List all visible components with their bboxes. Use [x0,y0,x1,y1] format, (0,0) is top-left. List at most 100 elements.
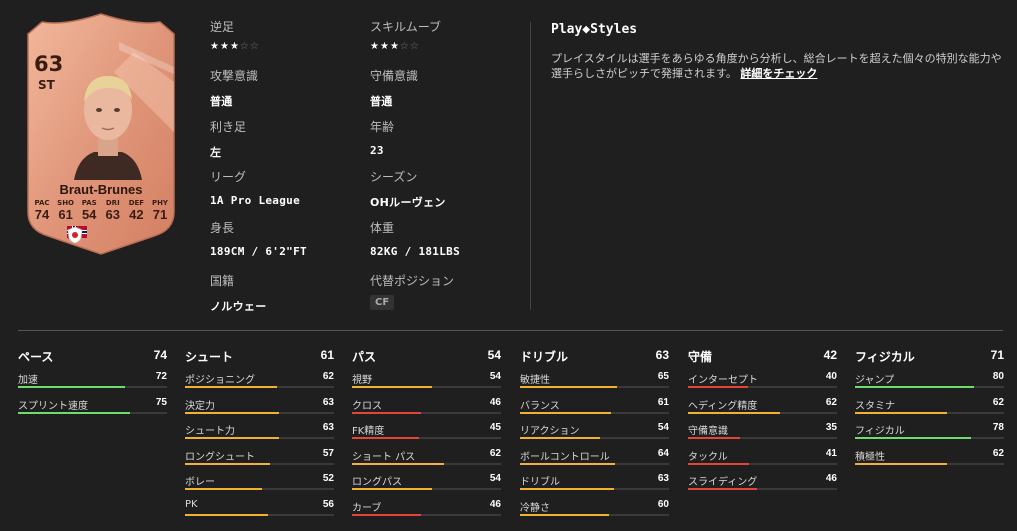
attribute-bar-fill [185,513,268,516]
attribute-bar-fill [520,411,611,414]
attribute-group: ペース 74 加速 72 スプリント速度 75 [18,348,167,422]
star-icon: ★ [370,41,380,52]
attribute-row: 積極性 62 [855,448,1004,474]
attribute-label: ロングパス [352,477,402,488]
attribute-bar-fill [520,513,609,516]
attribute-row: FK精度 45 [352,422,501,448]
stat-key: SHO [57,199,75,207]
attribute-label: 積極性 [855,451,885,463]
attribute-row: 冷静さ 60 [520,499,669,525]
attribute-bar-fill [185,437,279,439]
attribute-bar-fill [352,437,419,439]
attribute-bar-fill [352,411,421,414]
field-value: ノルウェー [210,300,267,313]
attribute-value: 54 [489,473,501,484]
attribute-bar-track [688,386,837,388]
attribute-group: フィジカル 71 ジャンプ 80 スタミナ 62 フィジカル 78 積極性 62 [855,348,1004,473]
attribute-group-header: シュート 61 [185,348,334,365]
alt-position-chip[interactable]: CF [370,295,395,310]
attribute-group: ドリブル 63 敏捷性 65 バランス 61 リアクション 54 ボールコントロール 64 ドリブル… [520,348,669,524]
attribute-label: カーブ [352,502,382,514]
attribute-row: PK 56 [185,499,334,525]
attribute-label: スプリント速度 [18,400,88,412]
attack-workrate-field: 攻撃意識 普通 [210,67,258,109]
attribute-group-value: 54 [487,348,501,362]
star-icon: ★ [219,41,230,52]
attribute-row: ドリブル 63 [520,473,669,499]
attribute-bar-fill [18,386,125,388]
attribute-bar-track [18,411,167,414]
attribute-bar-track [520,513,669,516]
attribute-group: パス 54 視野 54 クロス 46 FK精度 45 ショート パス 62 ロングパス 54 カーブ 46 [352,348,501,524]
attribute-value: 63 [322,396,334,408]
attribute-value: 62 [489,447,501,459]
field-value: 普通 [370,95,393,108]
attribute-bar-track [520,411,669,414]
stat-value: 54 [81,207,97,222]
attribute-value: 62 [992,447,1004,459]
attribute-bar-track [855,462,1004,465]
card-stats: PAC 74 SHO 61 PAS 54 DRI 63 DEF 42 PHY 71 [31,199,171,222]
attribute-label: バランス [520,400,560,412]
attribute-bar-track [688,462,837,465]
attribute-group-header: フィジカル 71 [855,348,1004,365]
attribute-bar-track [185,386,334,388]
attribute-label: FK精度 [352,426,385,437]
attribute-bar-track [352,437,501,439]
attribute-bar-track [688,411,837,414]
divider-horizontal [18,330,1003,331]
attribute-bar-fill [688,462,749,465]
attribute-bar-track [688,488,837,490]
attribute-bar-fill [18,411,130,414]
attribute-value: 35 [825,422,837,433]
field-value: 23 [370,144,384,157]
attribute-group-header: ペース 74 [18,348,167,365]
stat-key: PAS [81,199,97,207]
attribute-bar-track [352,513,501,516]
attribute-group-name: フィジカル [855,350,915,364]
attribute-value: 61 [657,396,669,408]
attribute-bar-track [520,488,669,490]
weak-foot-field: 逆足 ★★★☆☆ [210,18,260,52]
field-label: リーグ [210,170,247,184]
stat-value: 61 [58,207,73,222]
details-link[interactable]: 詳細をチェック [740,67,817,80]
league-field: リーグ 1A Pro League [210,168,300,207]
attribute-row: スプリント速度 75 [18,397,167,423]
attribute-row: ヘディング精度 62 [688,397,837,423]
attribute-value: 75 [155,396,167,408]
attribute-bar-fill [520,437,600,439]
field-value: 左 [210,146,222,159]
attribute-row: ロングパス 54 [352,473,501,499]
star-empty-icon: ☆ [399,41,410,52]
attribute-row: ボレー 52 [185,473,334,499]
field-value: 189CM / 6'2"FT [210,245,307,258]
card-stat: DEF 42 [125,199,147,222]
attribute-label: インターセプト [688,375,758,386]
attribute-bar-track [855,411,1004,414]
attribute-group-value: 61 [320,348,334,362]
attribute-group-name: シュート [185,350,234,364]
attribute-value: 60 [657,498,669,510]
attribute-group-header: 守備 42 [688,348,837,365]
attribute-value: 63 [657,473,669,484]
attribute-bar-fill [185,488,262,490]
field-label: 代替ポジション [370,274,455,288]
attribute-value: 40 [825,371,837,382]
attribute-label: ボレー [185,477,215,488]
attribute-label: スライディング [688,477,758,488]
attribute-bar-track [185,437,334,439]
attribute-value: 64 [657,447,669,459]
attribute-label: ロングシュート [185,451,255,463]
attribute-row: シュート力 63 [185,422,334,448]
attribute-bar-fill [855,386,974,388]
attribute-value: 56 [322,498,334,510]
star-empty-icon: ☆ [249,41,260,52]
attribute-bar-track [18,386,167,388]
field-value: 普通 [210,95,233,108]
attribute-bar-fill [185,462,270,465]
attribute-value: 46 [489,396,501,408]
attribute-label: ショート パス [352,451,416,463]
attribute-label: クロス [352,400,382,412]
stat-key: DRI [105,199,120,207]
